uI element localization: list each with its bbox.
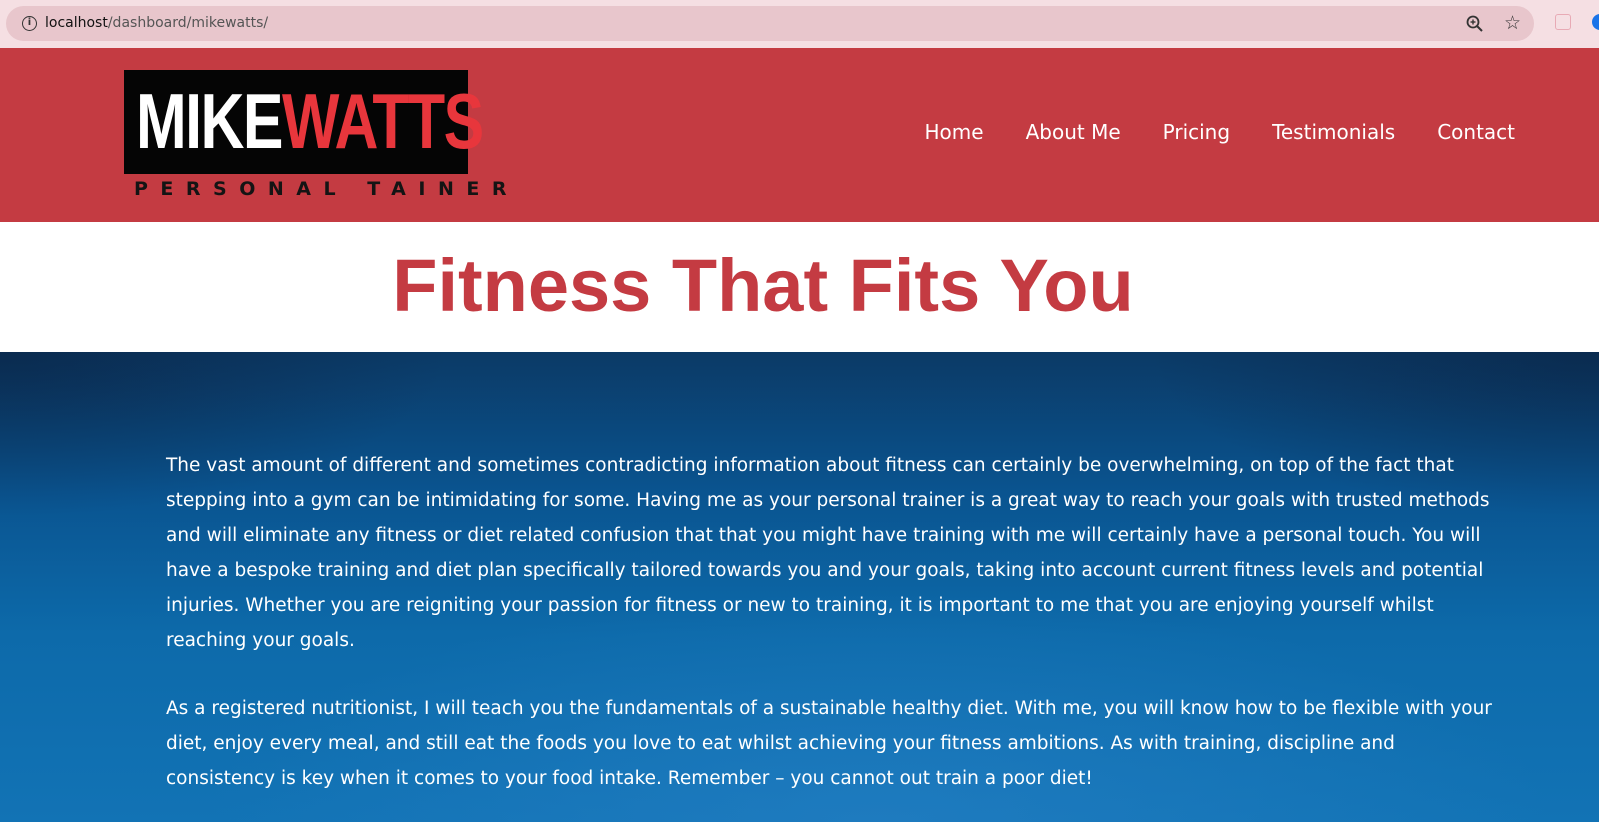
logo-box: MIKE WATTS [124,70,484,174]
nav-testimonials[interactable]: Testimonials [1272,119,1395,145]
browser-toolbar: i localhost/dashboard/mikewatts/ ☆ [0,0,1599,48]
logo-first-name: MIKE [136,77,283,165]
page-title: Fitness That Fits You [392,244,1134,327]
zoom-icon[interactable] [1465,14,1485,34]
logo-last-name: WATTS [282,77,484,165]
site-header: MIKE WATTS PERSONAL TAINER Home About Me… [0,48,1599,222]
site-logo[interactable]: MIKE WATTS PERSONAL TAINER [124,70,506,203]
nav-pricing[interactable]: Pricing [1163,119,1230,145]
url-host: localhost [45,15,108,31]
nutrition-paragraph: As a registered nutritionist, I will tea… [166,698,1492,789]
address-bar[interactable]: i localhost/dashboard/mikewatts/ ☆ [6,6,1534,41]
hero-section: The vast amount of different and sometim… [0,352,1599,822]
profile-icon[interactable] [1592,14,1599,30]
url-path: /dashboard/mikewatts/ [107,15,269,31]
intro-paragraph: The vast amount of different and sometim… [166,455,1490,651]
url-text[interactable]: localhost/dashboard/mikewatts/ [45,15,268,31]
info-icon[interactable]: i [22,16,37,31]
logo-tagline: PERSONAL TAINER [134,178,519,200]
nav-contact[interactable]: Contact [1437,119,1515,145]
hero-text: The vast amount of different and sometim… [166,448,1506,822]
bookmark-star-icon[interactable]: ☆ [1504,13,1521,33]
nav-about-me[interactable]: About Me [1026,119,1121,145]
nav-home[interactable]: Home [925,119,984,145]
title-section: Fitness That Fits You [0,222,1599,352]
extension-icon[interactable] [1555,14,1571,30]
main-nav: Home About Me Pricing Testimonials Conta… [883,119,1515,145]
